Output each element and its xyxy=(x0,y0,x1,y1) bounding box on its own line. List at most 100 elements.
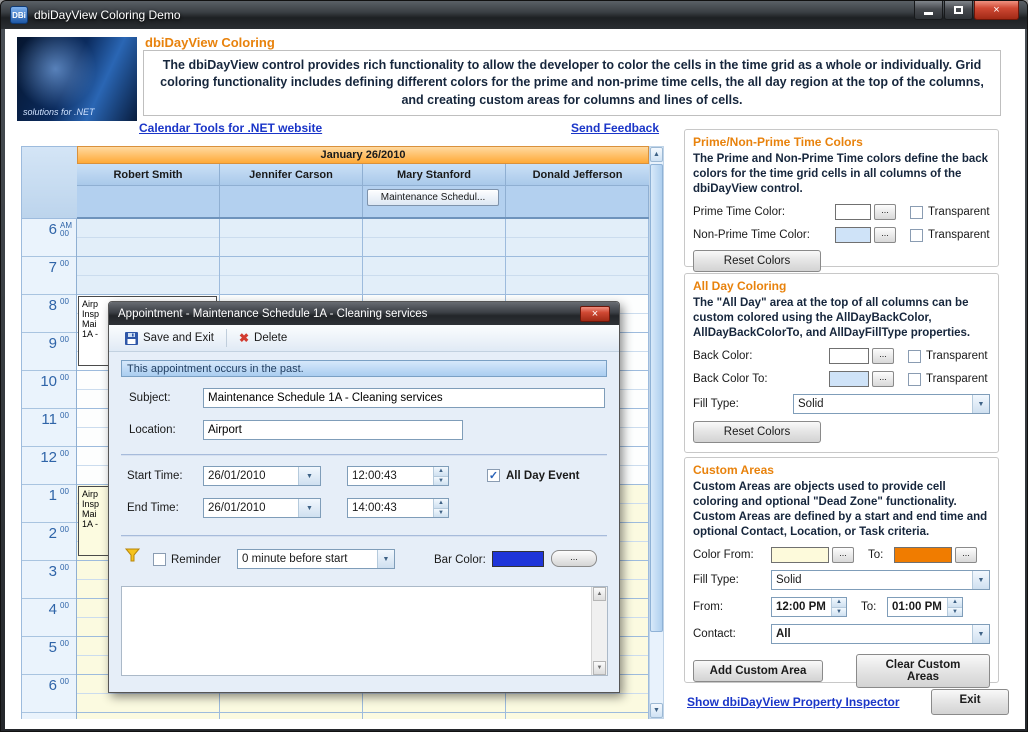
notes-scrollbar[interactable]: ▲ ▼ xyxy=(591,587,607,675)
spinner-down-icon[interactable]: ▼ xyxy=(433,476,448,486)
nonprime-color-ellipsis-button[interactable]: ... xyxy=(874,227,896,243)
website-link[interactable]: Calendar Tools for .NET website xyxy=(139,121,322,135)
exit-button[interactable]: Exit xyxy=(931,689,1009,715)
calendar-icon[interactable]: ▼ xyxy=(298,499,320,517)
window-titlebar[interactable]: DBi dbiDayView Coloring Demo × xyxy=(1,1,1027,29)
spinner-up-icon[interactable]: ▲ xyxy=(433,499,448,508)
subject-input[interactable] xyxy=(203,388,605,408)
spinner-up-icon[interactable]: ▲ xyxy=(433,467,448,476)
nonprime-time-color-swatch xyxy=(835,227,871,243)
add-custom-area-button[interactable]: Add Custom Area xyxy=(693,660,823,682)
save-and-exit-button[interactable]: Save and Exit xyxy=(117,330,222,347)
maximize-button[interactable] xyxy=(944,1,973,20)
fill-type-select[interactable]: Solid ▼ xyxy=(771,570,990,590)
scroll-up-button[interactable]: ▲ xyxy=(593,587,606,601)
minimize-button[interactable] xyxy=(914,1,943,20)
feedback-link[interactable]: Send Feedback xyxy=(571,121,659,135)
back-color-ellipsis-button[interactable]: ... xyxy=(872,348,894,364)
allday-checkbox[interactable]: ✓ xyxy=(487,469,500,482)
spinner-up-icon[interactable]: ▲ xyxy=(831,598,846,607)
minute-label: 00 xyxy=(60,526,76,534)
scroll-down-button[interactable]: ▼ xyxy=(593,661,606,675)
transparent-label: Transparent xyxy=(928,206,990,218)
reset-colors-button[interactable]: Reset Colors xyxy=(693,250,821,272)
prime-transparent-checkbox[interactable] xyxy=(910,206,923,219)
nonprime-transparent-checkbox[interactable] xyxy=(910,229,923,242)
property-inspector-link[interactable]: Show dbiDayView Property Inspector xyxy=(687,695,900,709)
time-row: 1100 xyxy=(22,409,76,447)
back-transparent-checkbox[interactable] xyxy=(908,350,921,363)
delete-button[interactable]: ✖ Delete xyxy=(231,329,295,347)
minimize-icon xyxy=(924,12,933,15)
column-header[interactable]: Robert Smith xyxy=(77,164,220,185)
scroll-thumb[interactable] xyxy=(650,164,663,632)
time-row: 1000 xyxy=(22,371,76,409)
maximize-icon xyxy=(954,6,963,14)
clear-custom-areas-button[interactable]: Clear Custom Areas xyxy=(856,654,990,688)
end-date-picker[interactable]: 26/01/2010 ▼ xyxy=(203,498,321,518)
backto-transparent-checkbox[interactable] xyxy=(908,373,921,386)
column-header[interactable]: Mary Stanford xyxy=(363,164,506,185)
back-color-to-ellipsis-button[interactable]: ... xyxy=(872,371,894,387)
minute-label: 00 xyxy=(60,450,76,458)
from-label: From: xyxy=(693,601,771,613)
start-date-picker[interactable]: 26/01/2010 ▼ xyxy=(203,466,321,486)
page-title: dbiDayView Coloring xyxy=(145,35,275,50)
color-from-ellipsis-button[interactable]: ... xyxy=(832,547,854,563)
separator-line xyxy=(121,535,607,537)
to-time-value: 01:00 PM xyxy=(892,601,942,613)
window-title: dbiDayView Coloring Demo xyxy=(34,8,181,22)
hour-label: 1 xyxy=(22,485,60,522)
scroll-down-button[interactable]: ▼ xyxy=(650,703,663,718)
prime-time-color-swatch xyxy=(835,204,871,220)
minute-label: 00 xyxy=(60,260,76,268)
time-row: 600 xyxy=(22,675,76,713)
calendar-scrollbar[interactable]: ▲ ▼ xyxy=(649,146,664,719)
fill-type-select[interactable]: Solid ▼ xyxy=(793,394,990,414)
spinner-down-icon[interactable]: ▼ xyxy=(433,508,448,518)
column-header[interactable]: Jennifer Carson xyxy=(220,164,363,185)
back-color-to-label: Back Color To: xyxy=(693,373,793,385)
bar-color-ellipsis-button[interactable]: ... xyxy=(551,550,597,567)
spinner-down-icon[interactable]: ▼ xyxy=(831,607,846,617)
chevron-down-icon: ▼ xyxy=(972,625,989,643)
start-time-spinner[interactable]: 12:00:43 ▲▼ xyxy=(347,466,449,486)
scroll-up-button[interactable]: ▲ xyxy=(650,147,663,162)
info-text: This appointment occurs in the past. xyxy=(127,363,304,375)
color-to-ellipsis-button[interactable]: ... xyxy=(955,547,977,563)
notes-textarea[interactable]: ▲ ▼ xyxy=(121,586,608,676)
dialog-titlebar[interactable]: Appointment - Maintenance Schedule 1A - … xyxy=(109,302,619,325)
date-header: January 26/2010 xyxy=(77,146,649,164)
close-button[interactable]: × xyxy=(974,1,1019,20)
allday-region[interactable]: Maintenance Schedul... xyxy=(77,186,649,219)
spinner-down-icon[interactable]: ▼ xyxy=(947,607,962,617)
reminder-select[interactable]: 0 minute before start ▼ xyxy=(237,549,395,569)
fill-type-value: Solid xyxy=(776,574,802,586)
location-input[interactable] xyxy=(203,420,463,440)
calendar-icon[interactable]: ▼ xyxy=(298,467,320,485)
fill-type-label: Fill Type: xyxy=(693,574,771,586)
contact-select[interactable]: All ▼ xyxy=(771,624,990,644)
to-time-spinner[interactable]: 01:00 PM ▲▼ xyxy=(887,597,963,617)
calendar-corner xyxy=(21,146,77,219)
spinner-up-icon[interactable]: ▲ xyxy=(947,598,962,607)
minute-label: 00 xyxy=(60,336,76,344)
time-ruler: 6AM00 700 800 900 1000 1100 1200 100 200… xyxy=(21,219,77,719)
start-time-value: 12:00:43 xyxy=(352,470,397,482)
back-color-to-swatch xyxy=(829,371,869,387)
floppy-disk-icon xyxy=(125,332,138,345)
allday-coloring-group: All Day Coloring The "All Day" area at t… xyxy=(684,273,999,453)
allday-event-chip[interactable]: Maintenance Schedul... xyxy=(367,189,499,206)
minute-label: 00 xyxy=(60,564,76,572)
time-row: 200 xyxy=(22,523,76,561)
end-time-spinner[interactable]: 14:00:43 ▲▼ xyxy=(347,498,449,518)
column-header[interactable]: Donald Jefferson xyxy=(506,164,649,185)
end-time-value: 14:00:43 xyxy=(352,502,397,514)
reset-colors-button[interactable]: Reset Colors xyxy=(693,421,821,443)
time-row: 500 xyxy=(22,637,76,675)
from-time-spinner[interactable]: 12:00 PM ▲▼ xyxy=(771,597,847,617)
prime-color-ellipsis-button[interactable]: ... xyxy=(874,204,896,220)
reminder-checkbox[interactable] xyxy=(153,553,166,566)
dialog-close-button[interactable]: × xyxy=(580,306,610,322)
reminder-label: Reminder xyxy=(171,554,221,566)
